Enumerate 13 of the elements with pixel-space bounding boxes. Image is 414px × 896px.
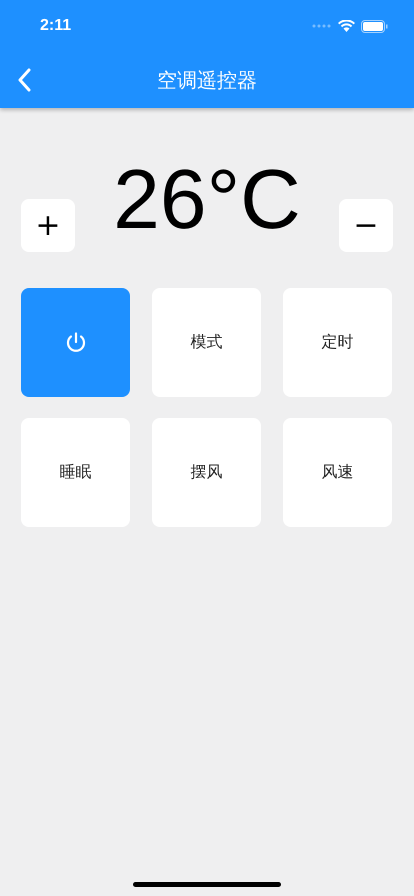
mode-button[interactable]: 摆风 — [152, 418, 261, 527]
status-time: 2:11 — [40, 17, 72, 35]
mode-button[interactable]: 睡眠 — [21, 418, 130, 527]
battery-icon — [361, 20, 388, 32]
temperature-value: 26°C — [113, 150, 301, 248]
decrease-button[interactable]: − — [339, 198, 393, 252]
mode-button[interactable]: 风速 — [283, 418, 392, 527]
signal-icon — [312, 24, 332, 28]
mode-button[interactable]: 定时 — [283, 288, 392, 397]
increase-button[interactable]: + — [21, 198, 75, 252]
page-title: 空调遥控器 — [157, 66, 257, 94]
mode-button[interactable]: 模式 — [152, 288, 261, 397]
wifi-icon — [338, 20, 355, 32]
